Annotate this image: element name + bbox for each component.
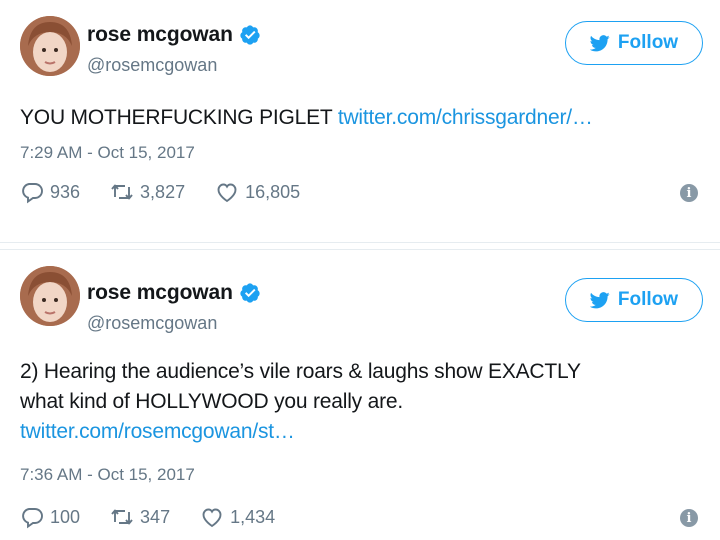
retweet-count: 3,827 [140,181,186,202]
follow-label: Follow [617,32,679,53]
tweet-text-line: 2) Hearing the audience’s vile roars & l… [20,360,581,383]
tweet-card: rose mcgowan @rosemcgowan Follow 2) Hear… [0,250,720,540]
follow-button[interactable]: Follow [565,278,703,322]
author-name[interactable]: rose mcgowan [87,281,233,305]
follow-button[interactable]: Follow [565,21,703,65]
like-button[interactable]: 1,434 [200,505,275,529]
reply-icon [22,508,43,529]
retweet-icon [111,509,133,525]
reply-count: 936 [50,181,81,202]
like-button[interactable]: 16,805 [215,180,300,204]
tweet-timestamp[interactable]: 7:29 AM - Oct 15, 2017 [20,143,195,163]
tweet-link[interactable]: twitter.com/chrissgardner/… [338,106,593,129]
tweet-timestamp[interactable]: 7:36 AM - Oct 15, 2017 [20,465,195,485]
retweet-count: 347 [140,506,171,527]
reply-count: 100 [50,506,81,527]
tweet-card: rose mcgowan @rosemcgowan Follow YOU MOT… [0,0,720,242]
verified-badge-icon [240,283,260,303]
like-count: 1,434 [230,506,276,527]
avatar[interactable] [20,16,80,76]
tweet-text-body: YOU MOTHERFUCKING PIGLET [20,106,338,129]
retweet-icon [111,184,133,200]
author-row: rose mcgowan [87,281,261,305]
tweet-text-line: what kind of HOLLYWOOD you really are. [20,390,403,413]
heart-icon [217,183,237,203]
tweet-text: 2) Hearing the audience’s vile roars & l… [20,357,700,447]
reply-icon [22,183,43,204]
author-name[interactable]: rose mcgowan [87,23,233,47]
heart-icon [202,508,222,528]
info-icon[interactable]: i [680,509,698,527]
retweet-button[interactable]: 347 [110,505,170,529]
like-count: 16,805 [245,181,301,202]
info-icon[interactable]: i [680,184,698,202]
twitter-bird-icon [589,291,610,308]
verified-badge-icon [240,25,260,45]
tweet-link[interactable]: twitter.com/rosemcgowan/st… [20,417,700,447]
avatar[interactable] [20,266,80,326]
tweet-actions: 100 347 1,434 [20,505,305,529]
tweet-actions: 936 3,827 16,805 [20,180,330,204]
author-handle[interactable]: @rosemcgowan [87,313,217,334]
author-row: rose mcgowan [87,23,261,47]
follow-label: Follow [617,289,679,310]
reply-button[interactable]: 100 [20,505,80,529]
reply-button[interactable]: 936 [20,180,80,204]
tweet-divider [0,242,720,250]
tweet-text: YOU MOTHERFUCKING PIGLET twitter.com/chr… [20,103,700,133]
author-handle[interactable]: @rosemcgowan [87,55,217,76]
twitter-bird-icon [589,34,610,51]
retweet-button[interactable]: 3,827 [110,180,185,204]
